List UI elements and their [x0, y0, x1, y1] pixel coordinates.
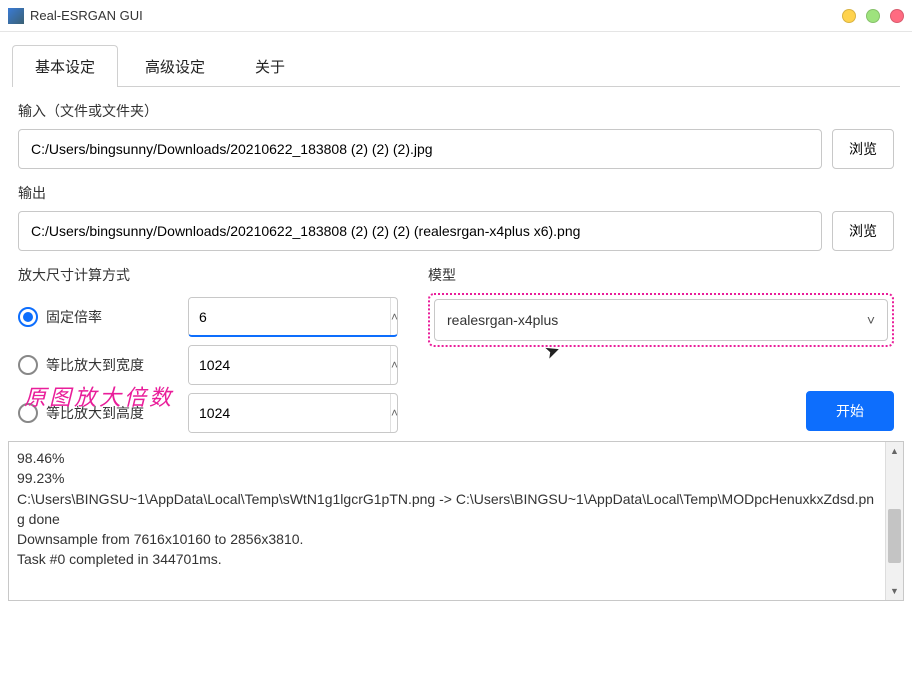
window-title: Real-ESRGAN GUI — [30, 8, 832, 23]
content-pane: 输入（文件或文件夹） 浏览 输出 浏览 放大尺寸计算方式 固定倍率 ˄ ˅ — [0, 87, 912, 431]
input-browse-button[interactable]: 浏览 — [832, 129, 894, 169]
scroll-thumb[interactable] — [888, 509, 901, 563]
radio-circle-icon — [18, 403, 38, 423]
app-icon — [8, 8, 24, 24]
scroll-up-icon[interactable]: ▲ — [886, 442, 903, 460]
radio-scale-width[interactable]: 等比放大到宽度 — [18, 355, 188, 375]
radio-fixed-ratio-label: 固定倍率 — [46, 307, 102, 327]
model-dropdown[interactable]: realesrgan-x4plus ˅ — [434, 299, 888, 341]
radio-scale-height-label: 等比放大到高度 — [46, 403, 144, 423]
scale-height-spinner[interactable]: ˄ ˅ — [188, 393, 398, 433]
scale-width-spinner[interactable]: ˄ ˅ — [188, 345, 398, 385]
scale-width-value[interactable] — [189, 346, 390, 384]
radio-scale-height[interactable]: 等比放大到高度 — [18, 403, 188, 423]
output-path-field[interactable] — [18, 211, 822, 251]
input-path-field[interactable] — [18, 129, 822, 169]
tab-about[interactable]: 关于 — [232, 45, 308, 87]
scale-height-value[interactable] — [189, 394, 390, 432]
radio-fixed-ratio[interactable]: 固定倍率 — [18, 307, 188, 327]
maximize-button[interactable] — [866, 9, 880, 23]
log-container: 98.46% 99.23% C:\Users\BINGSU~1\AppData\… — [8, 441, 904, 601]
titlebar: Real-ESRGAN GUI — [0, 0, 912, 32]
close-button[interactable] — [890, 9, 904, 23]
output-browse-button[interactable]: 浏览 — [832, 211, 894, 251]
chevron-down-icon: ˅ — [867, 312, 875, 328]
fixed-ratio-value[interactable] — [189, 298, 390, 335]
model-highlight-box: realesrgan-x4plus ˅ ➤ — [428, 293, 894, 347]
output-label: 输出 — [18, 183, 894, 203]
scroll-down-icon[interactable]: ▼ — [886, 582, 903, 600]
model-label: 模型 — [428, 265, 894, 285]
spinner-up-icon[interactable]: ˄ — [390, 298, 398, 335]
minimize-button[interactable] — [842, 9, 856, 23]
tab-advanced[interactable]: 高级设定 — [122, 45, 228, 87]
input-label: 输入（文件或文件夹） — [18, 101, 894, 121]
radio-circle-icon — [18, 307, 38, 327]
spinner-up-icon[interactable]: ˄ — [390, 346, 398, 384]
radio-circle-icon — [18, 355, 38, 375]
model-value: realesrgan-x4plus — [447, 312, 558, 328]
tab-basic[interactable]: 基本设定 — [12, 45, 118, 87]
log-output[interactable]: 98.46% 99.23% C:\Users\BINGSU~1\AppData\… — [9, 442, 885, 600]
cursor-icon: ➤ — [542, 339, 563, 364]
resize-method-label: 放大尺寸计算方式 — [18, 265, 398, 285]
spinner-up-icon[interactable]: ˄ — [390, 394, 398, 432]
log-scrollbar[interactable]: ▲ ▼ — [885, 442, 903, 600]
radio-scale-width-label: 等比放大到宽度 — [46, 355, 144, 375]
fixed-ratio-spinner[interactable]: ˄ ˅ — [188, 297, 398, 337]
tabbar: 基本设定 高级设定 关于 — [0, 32, 912, 86]
scroll-track[interactable] — [886, 460, 903, 582]
